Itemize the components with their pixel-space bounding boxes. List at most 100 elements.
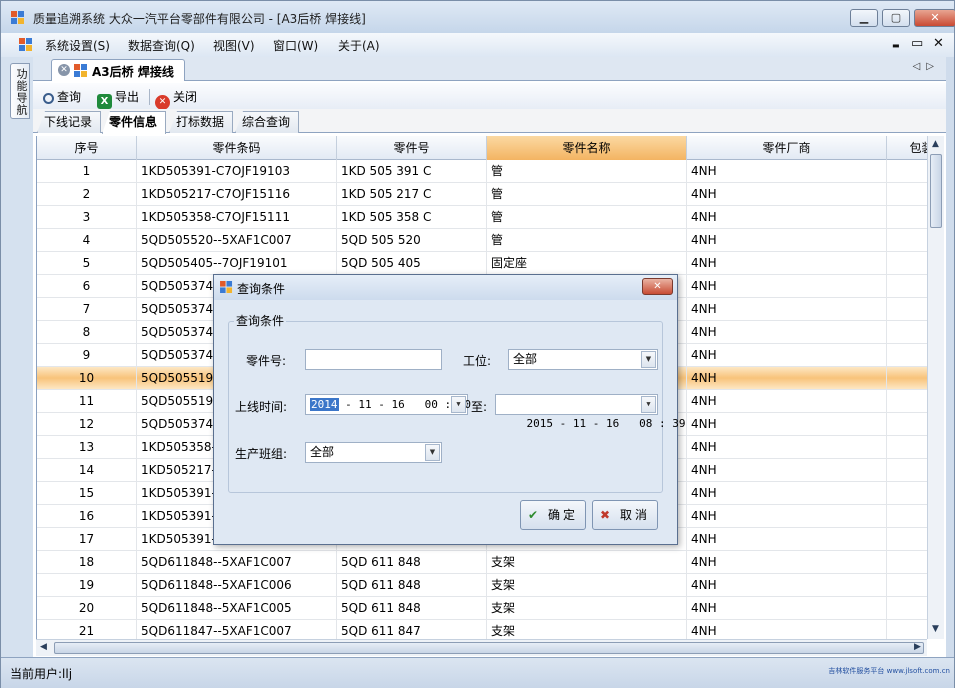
vertical-scrollbar[interactable]: ▲ ▼ bbox=[927, 136, 944, 639]
table-cell[interactable]: 4NH bbox=[687, 620, 887, 639]
table-cell[interactable] bbox=[887, 275, 927, 298]
table-cell[interactable]: 7 bbox=[37, 298, 137, 321]
end-time-picker[interactable]: 2015 - 11 - 16 08 : 39 ▼ bbox=[495, 394, 685, 430]
menu-system-settings[interactable]: 系统设置(S) bbox=[45, 37, 110, 54]
table-cell[interactable]: 支架 bbox=[487, 597, 687, 620]
tab-marking-data[interactable]: 打标数据 bbox=[169, 111, 234, 133]
table-cell[interactable] bbox=[887, 160, 927, 183]
table-cell[interactable]: 管 bbox=[487, 206, 687, 229]
function-nav-tab[interactable]: 功能导航 bbox=[10, 63, 30, 119]
table-cell[interactable]: 1KD 505 217 C bbox=[337, 183, 487, 206]
calendar-dropdown-icon[interactable]: ▼ bbox=[451, 396, 466, 413]
table-cell[interactable]: 12 bbox=[37, 413, 137, 436]
table-row[interactable]: 2 1KD505217-C7OJF15116 1KD 505 217 C 管 4NH bbox=[37, 183, 927, 206]
vertical-scroll-thumb[interactable] bbox=[930, 154, 942, 228]
table-cell[interactable]: 5QD 505 405 bbox=[337, 252, 487, 275]
table-cell[interactable]: 4NH bbox=[687, 597, 887, 620]
table-cell[interactable]: 16 bbox=[37, 505, 137, 528]
chevron-down-icon[interactable]: ▼ bbox=[425, 444, 440, 461]
table-cell[interactable]: 4NH bbox=[687, 321, 887, 344]
table-cell[interactable]: 4NH bbox=[687, 229, 887, 252]
column-header-index[interactable]: 序号 bbox=[37, 136, 137, 160]
table-cell[interactable] bbox=[887, 620, 927, 639]
horizontal-scrollbar[interactable]: ◀ ▶ bbox=[36, 639, 927, 656]
table-cell[interactable]: 10 bbox=[37, 367, 137, 390]
mdi-close-button[interactable]: ✕ bbox=[933, 36, 944, 51]
table-cell[interactable]: 14 bbox=[37, 459, 137, 482]
menu-about[interactable]: 关于(A) bbox=[338, 37, 380, 54]
scroll-left-icon[interactable]: ◀ bbox=[40, 642, 47, 652]
column-header-vendor[interactable]: 零件厂商 bbox=[687, 136, 887, 160]
table-cell[interactable]: 11 bbox=[37, 390, 137, 413]
table-cell[interactable]: 5QD611848--5XAF1C005 bbox=[137, 597, 337, 620]
table-cell[interactable]: 4NH bbox=[687, 413, 887, 436]
column-header-part-no[interactable]: 零件号 bbox=[337, 136, 487, 160]
table-cell[interactable]: 15 bbox=[37, 482, 137, 505]
table-row[interactable]: 20 5QD611848--5XAF1C005 5QD 611 848 支架 4NH bbox=[37, 597, 927, 620]
table-row[interactable]: 1 1KD505391-C7OJF19103 1KD 505 391 C 管 4NH bbox=[37, 160, 927, 183]
station-select[interactable]: 全部 ▼ bbox=[508, 349, 658, 370]
table-cell[interactable]: 5 bbox=[37, 252, 137, 275]
table-cell[interactable] bbox=[887, 229, 927, 252]
table-cell[interactable]: 4NH bbox=[687, 367, 887, 390]
table-cell[interactable]: 4NH bbox=[687, 436, 887, 459]
table-cell[interactable] bbox=[887, 183, 927, 206]
table-cell[interactable]: 4NH bbox=[687, 505, 887, 528]
scroll-up-icon[interactable]: ▲ bbox=[932, 139, 939, 149]
start-time-picker[interactable]: 2014 - 11 - 16 00 : 00 ▼ bbox=[305, 394, 471, 415]
table-cell[interactable] bbox=[887, 528, 927, 551]
table-cell[interactable] bbox=[887, 459, 927, 482]
table-cell[interactable]: 支架 bbox=[487, 620, 687, 639]
menu-view[interactable]: 视图(V) bbox=[213, 37, 255, 54]
table-cell[interactable]: 5QD 505 520 bbox=[337, 229, 487, 252]
table-cell[interactable]: 1KD 505 358 C bbox=[337, 206, 487, 229]
horizontal-scroll-thumb[interactable] bbox=[54, 642, 924, 654]
part-no-input[interactable] bbox=[305, 349, 442, 370]
table-cell[interactable]: 4NH bbox=[687, 528, 887, 551]
table-cell[interactable]: 4NH bbox=[687, 482, 887, 505]
tab-offline-records[interactable]: 下线记录 bbox=[37, 111, 102, 133]
chevron-down-icon[interactable]: ▼ bbox=[641, 351, 656, 368]
table-cell[interactable]: 4NH bbox=[687, 160, 887, 183]
table-cell[interactable] bbox=[887, 321, 927, 344]
table-cell[interactable]: 4NH bbox=[687, 344, 887, 367]
table-cell[interactable]: 5QD 611 847 bbox=[337, 620, 487, 639]
mdi-restore-button[interactable]: ▭ bbox=[911, 36, 923, 51]
table-cell[interactable] bbox=[887, 482, 927, 505]
table-cell[interactable]: 17 bbox=[37, 528, 137, 551]
table-cell[interactable]: 固定座 bbox=[487, 252, 687, 275]
scroll-down-icon[interactable]: ▼ bbox=[932, 624, 939, 634]
table-cell[interactable] bbox=[887, 597, 927, 620]
table-cell[interactable]: 5QD505520--5XAF1C007 bbox=[137, 229, 337, 252]
table-cell[interactable]: 5QD611848--5XAF1C007 bbox=[137, 551, 337, 574]
column-header-package[interactable]: 包装 bbox=[887, 136, 927, 160]
table-cell[interactable]: 4NH bbox=[687, 459, 887, 482]
table-cell[interactable]: 1KD 505 391 C bbox=[337, 160, 487, 183]
export-button[interactable]: X 导出 bbox=[97, 88, 139, 109]
column-header-part-name[interactable]: 零件名称 bbox=[487, 136, 687, 160]
table-cell[interactable] bbox=[887, 344, 927, 367]
table-cell[interactable]: 4NH bbox=[687, 298, 887, 321]
table-cell[interactable]: 4NH bbox=[687, 574, 887, 597]
table-cell[interactable]: 4NH bbox=[687, 275, 887, 298]
table-row[interactable]: 3 1KD505358-C7OJF15111 1KD 505 358 C 管 4NH bbox=[37, 206, 927, 229]
table-cell[interactable]: 4 bbox=[37, 229, 137, 252]
ok-button[interactable]: ✔ 确定 bbox=[520, 500, 586, 530]
table-cell[interactable]: 4NH bbox=[687, 206, 887, 229]
table-cell[interactable]: 5QD611847--5XAF1C007 bbox=[137, 620, 337, 639]
table-cell[interactable]: 5QD 611 848 bbox=[337, 551, 487, 574]
table-cell[interactable]: 2 bbox=[37, 183, 137, 206]
table-cell[interactable]: 21 bbox=[37, 620, 137, 639]
tab-comprehensive-query[interactable]: 综合查询 bbox=[235, 111, 300, 133]
column-header-barcode[interactable]: 零件条码 bbox=[137, 136, 337, 160]
table-cell[interactable] bbox=[887, 505, 927, 528]
menu-window[interactable]: 窗口(W) bbox=[273, 37, 318, 54]
table-cell[interactable]: 8 bbox=[37, 321, 137, 344]
table-cell[interactable]: 5QD 611 848 bbox=[337, 597, 487, 620]
table-cell[interactable] bbox=[887, 298, 927, 321]
close-window-button[interactable]: ✕ bbox=[914, 9, 955, 27]
table-cell[interactable]: 1KD505358-C7OJF15111 bbox=[137, 206, 337, 229]
minimize-button[interactable]: ▁ bbox=[850, 9, 878, 27]
table-row[interactable]: 19 5QD611848--5XAF1C006 5QD 611 848 支架 4NH bbox=[37, 574, 927, 597]
tab-scroll-arrows[interactable]: ◁▷ bbox=[913, 61, 940, 72]
